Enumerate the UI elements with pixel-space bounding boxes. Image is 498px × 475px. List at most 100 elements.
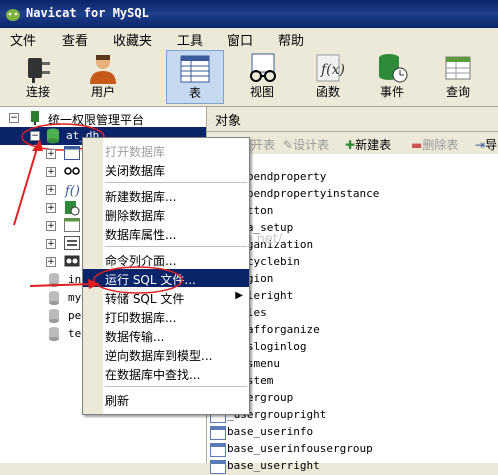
context-menu-item-label: 在数据库中查找... [105, 368, 201, 382]
svg-text:f(): f() [64, 184, 80, 198]
context-menu-item[interactable]: 在数据库中查找... [83, 364, 249, 382]
table-icon [210, 443, 226, 457]
menu-file[interactable]: 文件 [10, 30, 36, 49]
context-menu-item[interactable]: 刷新 [83, 390, 249, 408]
context-menu-item-label: 数据库属性... [105, 228, 177, 242]
plus-icon: ✚ [345, 138, 356, 152]
table-icon [64, 146, 80, 160]
context-menu-item-label: 打开数据库 [105, 145, 166, 159]
menu-separator [105, 246, 247, 247]
table-icon [210, 426, 226, 440]
tree-db-te[interactable]: te [0, 325, 82, 343]
menu-favorites[interactable]: 收藏夹 [113, 30, 152, 49]
event-button[interactable]: 事件 [364, 50, 420, 102]
table-row[interactable]: _roleright [207, 288, 498, 305]
export-icon: ⇥ [475, 138, 486, 152]
new-table-button[interactable]: ✚新建表 [345, 136, 391, 153]
design-table-label: 设计表 [293, 138, 330, 152]
event-icon [379, 54, 408, 83]
tree-db-pe[interactable]: pe [0, 307, 82, 325]
function-icon: f() [64, 184, 80, 198]
context-menu-item-label: 打印数据库... [105, 311, 177, 325]
menu-view[interactable]: 查看 [62, 30, 88, 49]
table-name: base_userright [227, 459, 320, 472]
object-tabstrip: 对象 [207, 107, 498, 132]
user-button[interactable]: 用户 [75, 50, 131, 102]
event-label: 事件 [379, 85, 404, 99]
context-menu-item-label: 刷新 [105, 394, 130, 408]
window-title: Navicat for MySQL [26, 6, 149, 20]
red-annotations [29, 266, 183, 294]
user-label: 用户 [90, 85, 115, 99]
table-row[interactable]: _recyclebin [207, 254, 498, 271]
navicat-app-icon [6, 9, 20, 21]
open-table-button[interactable]: 开表 [251, 136, 275, 153]
menu-window[interactable]: 窗口 [227, 30, 253, 49]
object-toolbar: 开表 ✎设计表 ✚新建表 ▬删除表 ⇥导 [207, 132, 498, 154]
view-button[interactable]: 视图 [234, 50, 290, 102]
view-label: 视图 [249, 85, 274, 99]
table-row[interactable]: base_userright [207, 458, 498, 475]
glasses-icon [250, 53, 276, 82]
table-name: base_userinfousergroup [227, 442, 373, 455]
context-menu-item[interactable]: 数据传输... [83, 326, 249, 344]
context-menu-item[interactable]: 打印数据库... [83, 307, 249, 325]
query-button[interactable]: 查询 [430, 50, 486, 102]
report-icon [64, 236, 80, 250]
table-label: 表 [188, 86, 201, 100]
table-row[interactable]: _stafforganize [207, 322, 498, 339]
object-pane: 对象 开表 ✎设计表 ✚新建表 ▬删除表 ⇥导 _appendproperty _… [207, 107, 498, 474]
context-menu-item[interactable]: 数据库属性... [83, 224, 249, 242]
table-row[interactable]: _usergroup [207, 390, 498, 407]
table-row[interactable]: base_userinfo [207, 424, 498, 441]
table-row[interactable]: _appendpropertyinstance [207, 186, 498, 203]
table-name: base_userinfo [227, 425, 314, 438]
table-button[interactable]: 表 [166, 50, 224, 104]
context-menu-item-label: 关闭数据库 [105, 164, 166, 178]
menu-help[interactable]: 帮助 [278, 30, 304, 49]
context-menu-item-label: 删除数据库 [105, 209, 166, 223]
tree-db-label: pe [68, 309, 82, 322]
user-icon [90, 55, 116, 84]
table-row[interactable]: _button [207, 203, 498, 220]
table-row[interactable]: _sysloginlog [207, 339, 498, 356]
connection-button[interactable]: 连接 [10, 50, 66, 102]
tab-objects[interactable]: 对象 [215, 110, 241, 129]
database-icon [49, 309, 59, 323]
delete-table-label: 删除表 [422, 138, 459, 152]
title-bar: Navicat for MySQL [0, 0, 498, 28]
context-menu-item[interactable]: 删除数据库 [83, 205, 249, 223]
database-icon [49, 327, 59, 341]
connection-label: 连接 [25, 85, 50, 99]
delete-table-button[interactable]: ▬删除表 [411, 136, 458, 153]
context-menu-item[interactable]: 关闭数据库 [83, 160, 249, 178]
table-row[interactable]: _roles [207, 305, 498, 322]
query-icon [64, 218, 80, 232]
export-button[interactable]: ⇥导 [475, 136, 497, 153]
svg-text:f(x): f(x) [320, 62, 344, 78]
menu-bar: 文件 查看 收藏夹 工具 窗口 帮助 [0, 28, 498, 49]
tree-node-reports[interactable]: + [0, 235, 82, 253]
query-label: 查询 [445, 85, 470, 99]
red-arrow-annotation-up [13, 139, 43, 226]
collapse-icon[interactable]: − [9, 113, 19, 123]
table-row[interactable]: _sysmenu [207, 356, 498, 373]
table-row[interactable]: _region [207, 271, 498, 288]
context-menu-item[interactable]: 新建数据库... [83, 186, 249, 204]
plug-icon [28, 58, 50, 83]
function-button[interactable]: f(x) 函数 [300, 50, 356, 102]
delete-icon: ▬ [411, 138, 423, 152]
context-menu-item[interactable]: 打开数据库 [83, 141, 249, 159]
table-row[interactable]: _appendproperty [207, 169, 498, 186]
table-row[interactable]: _usergroupright [207, 407, 498, 424]
menu-separator [105, 182, 247, 183]
expand-icon[interactable]: + [46, 239, 56, 249]
tree-db-label: te [68, 327, 82, 340]
red-arrow-annotation [29, 283, 93, 287]
context-menu-item[interactable]: 逆向数据库到模型... [83, 345, 249, 363]
table-row[interactable]: base_userinfousergroup [207, 441, 498, 458]
table-row[interactable]: _system [207, 373, 498, 390]
menu-tools[interactable]: 工具 [177, 30, 203, 49]
design-table-button[interactable]: ✎设计表 [283, 136, 329, 153]
submenu-arrow-icon: ▶ [235, 290, 243, 301]
